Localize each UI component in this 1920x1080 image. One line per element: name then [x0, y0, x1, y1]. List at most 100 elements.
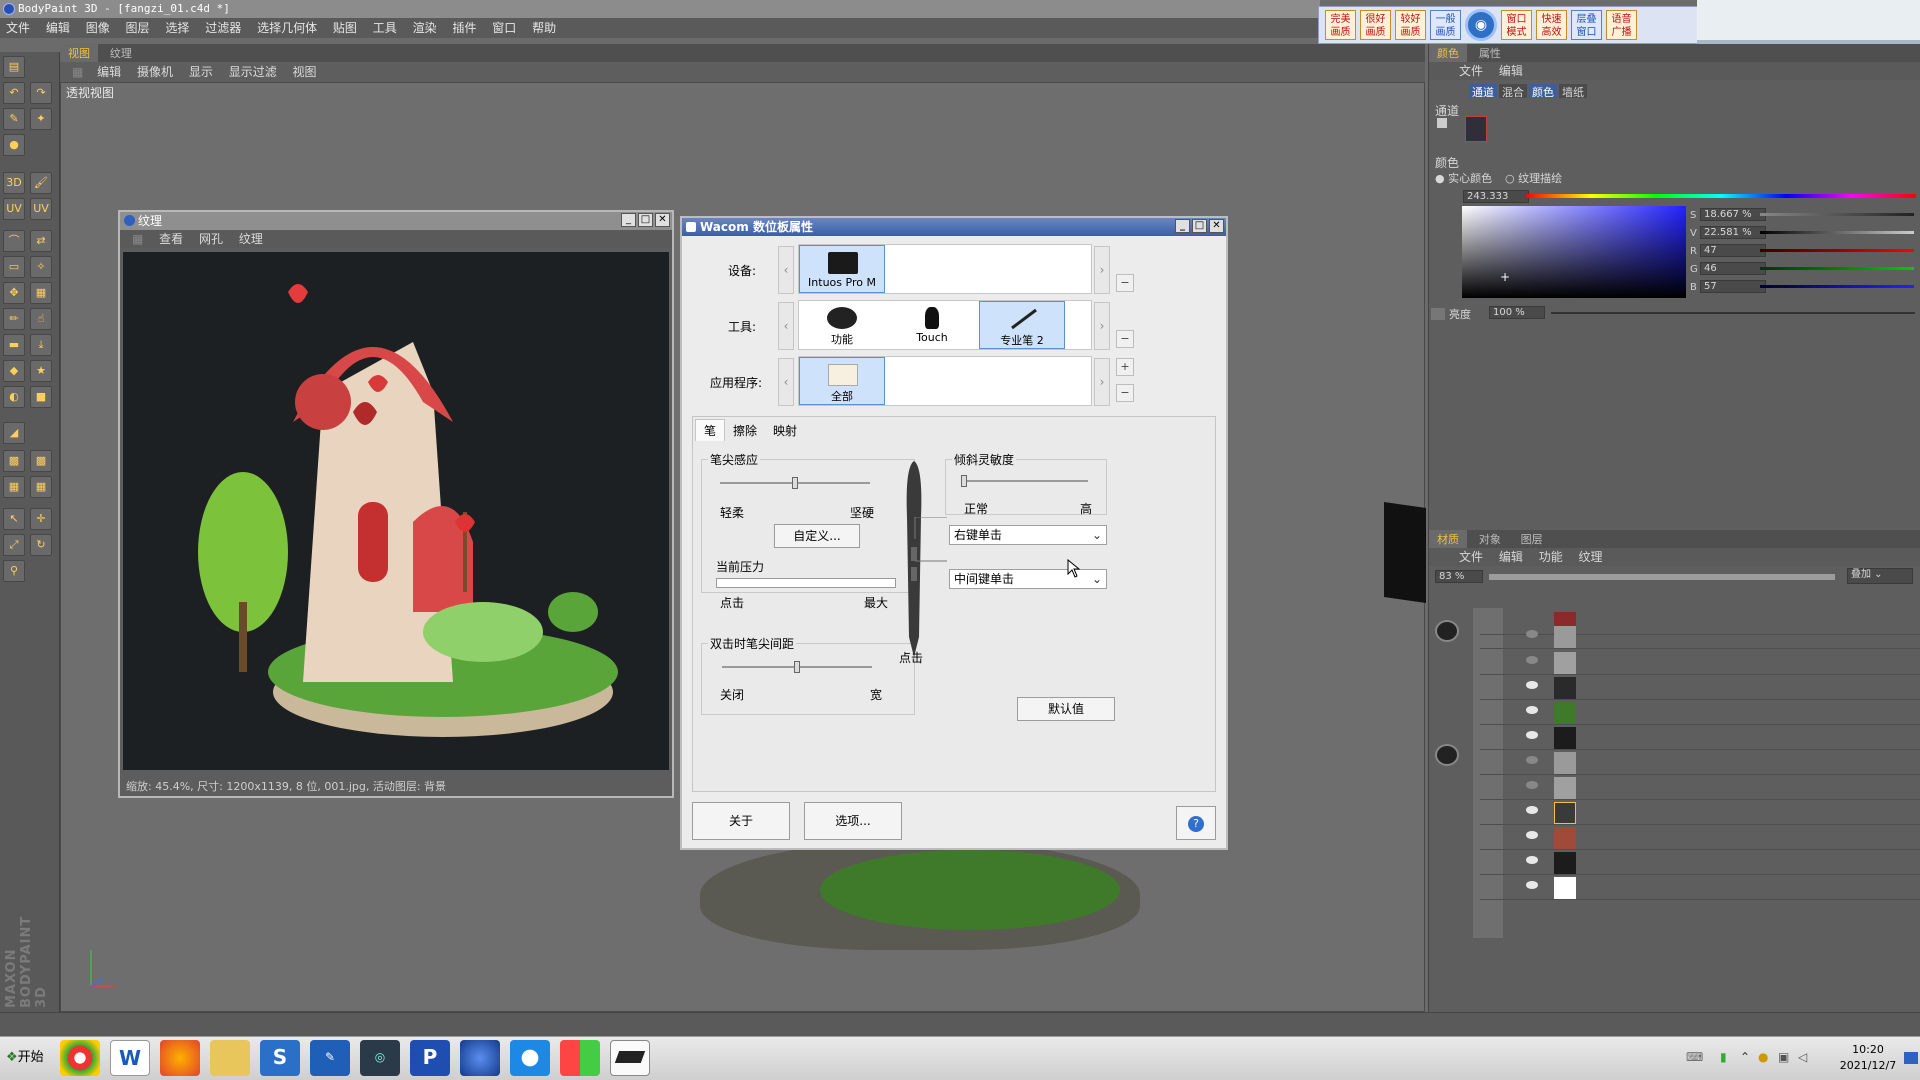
green-slider[interactable]: [1760, 267, 1914, 270]
tool-functions[interactable]: 功能: [799, 301, 885, 349]
color-picker-field[interactable]: +: [1462, 206, 1686, 298]
tab-objects[interactable]: 对象: [1471, 530, 1509, 548]
texture-menu-texture[interactable]: 纹理: [233, 232, 269, 246]
checker-small-icon[interactable]: ▦: [3, 476, 25, 498]
maximize-button[interactable]: □: [638, 213, 653, 227]
menu-select[interactable]: 选择: [159, 21, 195, 35]
clone-icon[interactable]: ◐: [3, 386, 25, 408]
rect-select-icon[interactable]: ▭: [3, 256, 25, 278]
material-menu-file[interactable]: 文件: [1453, 550, 1489, 564]
app-remove-button[interactable]: −: [1116, 384, 1134, 402]
app-prev-button[interactable]: ‹: [778, 358, 794, 406]
blue-slider[interactable]: [1760, 285, 1914, 288]
solid-color-radio[interactable]: ● 实心颜色: [1435, 170, 1492, 186]
maximize-button[interactable]: □: [1192, 219, 1207, 233]
notification-icon[interactable]: [1904, 1052, 1918, 1064]
brightness-field[interactable]: 100 %: [1489, 306, 1545, 319]
layer-row[interactable]: [1480, 825, 1920, 850]
scale-icon[interactable]: ⤢: [3, 534, 25, 556]
eraser-icon[interactable]: ▬: [3, 334, 25, 356]
layer-row[interactable]: [1480, 875, 1920, 900]
voice-broadcast-button[interactable]: 语音 广播: [1606, 10, 1637, 40]
device-next-button[interactable]: ›: [1094, 246, 1110, 294]
battery-icon[interactable]: ▮: [1720, 1050, 1727, 1064]
tile-icon[interactable]: ▦: [30, 476, 52, 498]
transform-icon[interactable]: ⇄: [30, 230, 52, 252]
texture-paint-radio[interactable]: ○ 纹理描绘: [1505, 170, 1562, 186]
wacom-taskbar-icon[interactable]: [610, 1040, 650, 1076]
blue-field[interactable]: 57: [1700, 280, 1766, 293]
about-button[interactable]: 关于: [692, 802, 790, 840]
move-icon[interactable]: ✥: [3, 282, 25, 304]
eye-icon[interactable]: [1526, 806, 1538, 814]
keyboard-icon[interactable]: ⌨: [1686, 1050, 1703, 1064]
cascade-window-button[interactable]: 层叠 窗口: [1571, 10, 1602, 40]
tool-pro-pen-2[interactable]: 专业笔 2: [979, 301, 1065, 349]
default-button[interactable]: 默认值: [1017, 697, 1115, 721]
fast-mode-button[interactable]: 快速 高效: [1536, 10, 1567, 40]
double-click-slider[interactable]: [722, 661, 872, 673]
minimize-button[interactable]: _: [1175, 219, 1190, 233]
menu-select-geometry[interactable]: 选择几何体: [251, 21, 323, 35]
texture-canvas[interactable]: [123, 252, 669, 770]
menu-help[interactable]: 帮助: [526, 21, 562, 35]
menu-tools[interactable]: 工具: [367, 21, 403, 35]
eye-icon[interactable]: [1526, 856, 1538, 864]
saturation-field[interactable]: 18.667 %: [1700, 208, 1766, 221]
word-icon[interactable]: W: [110, 1040, 150, 1076]
cinema-icon[interactable]: ◎: [360, 1040, 400, 1076]
window-mode-button[interactable]: 窗口 模式: [1501, 10, 1532, 40]
help-button[interactable]: ?: [1176, 806, 1216, 840]
material-menu-texture[interactable]: 纹理: [1573, 550, 1609, 564]
brightness-toggle-icon[interactable]: [1431, 308, 1445, 320]
render-icon[interactable]: ●: [3, 134, 25, 156]
value-field[interactable]: 22.581 %: [1700, 226, 1766, 239]
color-menu-file[interactable]: 文件: [1453, 64, 1489, 78]
value-slider[interactable]: [1760, 231, 1914, 234]
pencil-icon[interactable]: ✏: [3, 308, 25, 330]
red-slider[interactable]: [1760, 249, 1914, 252]
windows-store-icon[interactable]: [560, 1040, 600, 1076]
quality-normal-button[interactable]: 一般 画质: [1430, 10, 1461, 40]
checker-alt-icon[interactable]: ▩: [30, 450, 52, 472]
viewport-menu-edit[interactable]: 编辑: [91, 65, 127, 79]
layer-row[interactable]: [1480, 624, 1920, 649]
material-menu-function[interactable]: 功能: [1533, 550, 1569, 564]
brush-settings-icon[interactable]: ✦: [30, 108, 52, 130]
chrome-icon[interactable]: [60, 1040, 100, 1076]
close-button[interactable]: ✕: [1209, 219, 1224, 233]
viewport-menu-camera[interactable]: 摄像机: [131, 65, 179, 79]
tilt-slider[interactable]: [961, 475, 1088, 487]
lock-icon[interactable]: ⚲: [3, 560, 25, 582]
layout-icon[interactable]: ▤: [3, 56, 25, 78]
brightness-slider[interactable]: [1551, 312, 1915, 314]
options-button[interactable]: 选项...: [804, 802, 902, 840]
double-click-thumb[interactable]: [794, 661, 800, 673]
red-field[interactable]: 47: [1700, 244, 1766, 257]
saturation-slider[interactable]: [1760, 213, 1914, 216]
layer-row[interactable]: [1480, 850, 1920, 875]
app-add-button[interactable]: +: [1116, 358, 1134, 376]
tool-next-button[interactable]: ›: [1094, 302, 1110, 350]
paint-3d-icon[interactable]: 3D: [3, 172, 25, 194]
hue-bar[interactable]: [1526, 194, 1916, 198]
firefox-icon[interactable]: [160, 1040, 200, 1076]
eye-icon[interactable]: [1526, 681, 1538, 689]
texture-window-titlebar[interactable]: 纹理 _ □ ✕: [120, 212, 672, 230]
lasso-icon[interactable]: ⌒: [3, 230, 25, 252]
grid-icon[interactable]: ▦: [30, 282, 52, 304]
color-swatch-icon[interactable]: ■: [30, 386, 52, 408]
menu-file[interactable]: 文件: [0, 21, 36, 35]
undo-icon[interactable]: ↶: [3, 82, 25, 104]
eye-icon[interactable]: [1526, 656, 1538, 664]
subtab-blend[interactable]: 混合: [1499, 84, 1527, 99]
tab-eraser[interactable]: 擦除: [725, 420, 765, 441]
subtab-color[interactable]: 颜色: [1529, 84, 1557, 99]
eye-icon[interactable]: [1526, 781, 1538, 789]
device-remove-button[interactable]: −: [1116, 274, 1134, 292]
tab-materials[interactable]: 材质: [1429, 530, 1467, 548]
quality-good-button[interactable]: 较好 画质: [1395, 10, 1426, 40]
app-next-button[interactable]: ›: [1094, 358, 1110, 406]
hue-field[interactable]: 243.333: [1463, 190, 1529, 203]
app-p-icon[interactable]: P: [410, 1040, 450, 1076]
